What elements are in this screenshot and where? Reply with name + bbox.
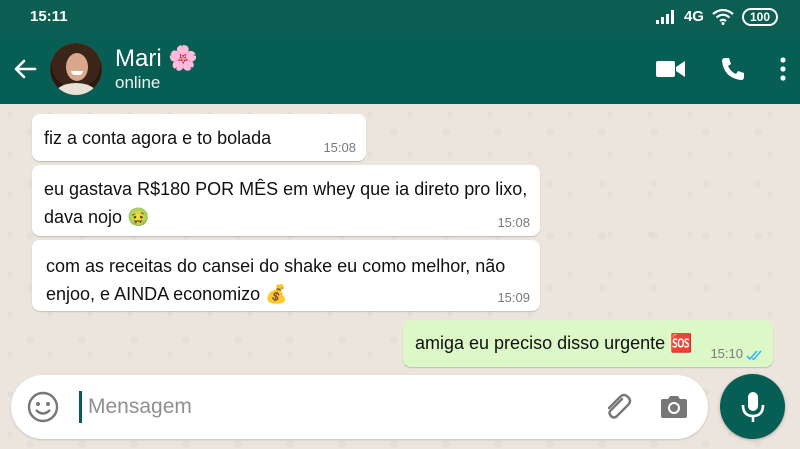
message-time: 15:08	[323, 140, 356, 155]
status-bar: 15:11 4G 100	[0, 0, 800, 33]
message-outgoing[interactable]: amiga eu preciso disso urgente 🆘 15:10	[403, 320, 773, 367]
paperclip-icon[interactable]	[601, 391, 633, 423]
message-text: com as receitas do cansei do shake eu co…	[46, 256, 506, 304]
avatar[interactable]	[50, 42, 102, 95]
header-actions	[656, 33, 786, 104]
camera-icon[interactable]	[658, 391, 690, 423]
contact-info[interactable]: Mari 🌸 online	[115, 45, 198, 93]
message-incoming[interactable]: eu gastava R$180 POR MÊS em whey que ia …	[32, 165, 540, 236]
text-cursor	[79, 391, 82, 423]
wifi-icon	[712, 8, 734, 25]
read-ticks-icon	[746, 350, 762, 361]
message-time: 15:08	[497, 215, 530, 230]
video-call-icon[interactable]	[656, 59, 686, 79]
message-input[interactable]: Mensagem	[88, 394, 192, 420]
chat-header: Mari 🌸 online	[0, 33, 800, 104]
arrow-left-icon	[14, 59, 37, 78]
battery-indicator: 100	[741, 7, 778, 26]
message-input-bar: Mensagem	[11, 375, 708, 439]
contact-status: online	[115, 72, 161, 92]
message-time: 15:09	[497, 290, 530, 305]
message-incoming[interactable]: fiz a conta agora e to bolada 15:08	[32, 114, 366, 161]
status-indicators: 4G 100	[655, 7, 778, 26]
message-text: eu gastava R$180 POR MÊS em whey que ia …	[44, 179, 528, 227]
status-time: 15:11	[30, 8, 68, 25]
phone-icon[interactable]	[720, 56, 746, 82]
message-text: fiz a conta agora e to bolada	[44, 128, 272, 148]
message-time: 15:10	[710, 346, 743, 361]
network-type: 4G	[683, 8, 704, 25]
smiley-icon[interactable]	[27, 391, 59, 423]
more-vert-icon[interactable]	[780, 56, 786, 81]
contact-name: Mari 🌸	[115, 44, 199, 72]
message-incoming[interactable]: com as receitas do cansei do shake eu co…	[32, 240, 540, 311]
microphone-icon	[741, 391, 764, 422]
message-text: amiga eu preciso disso urgente 🆘	[415, 333, 693, 353]
signal-icon	[655, 9, 674, 24]
microphone-button[interactable]	[720, 374, 785, 439]
back-button[interactable]	[0, 58, 50, 80]
